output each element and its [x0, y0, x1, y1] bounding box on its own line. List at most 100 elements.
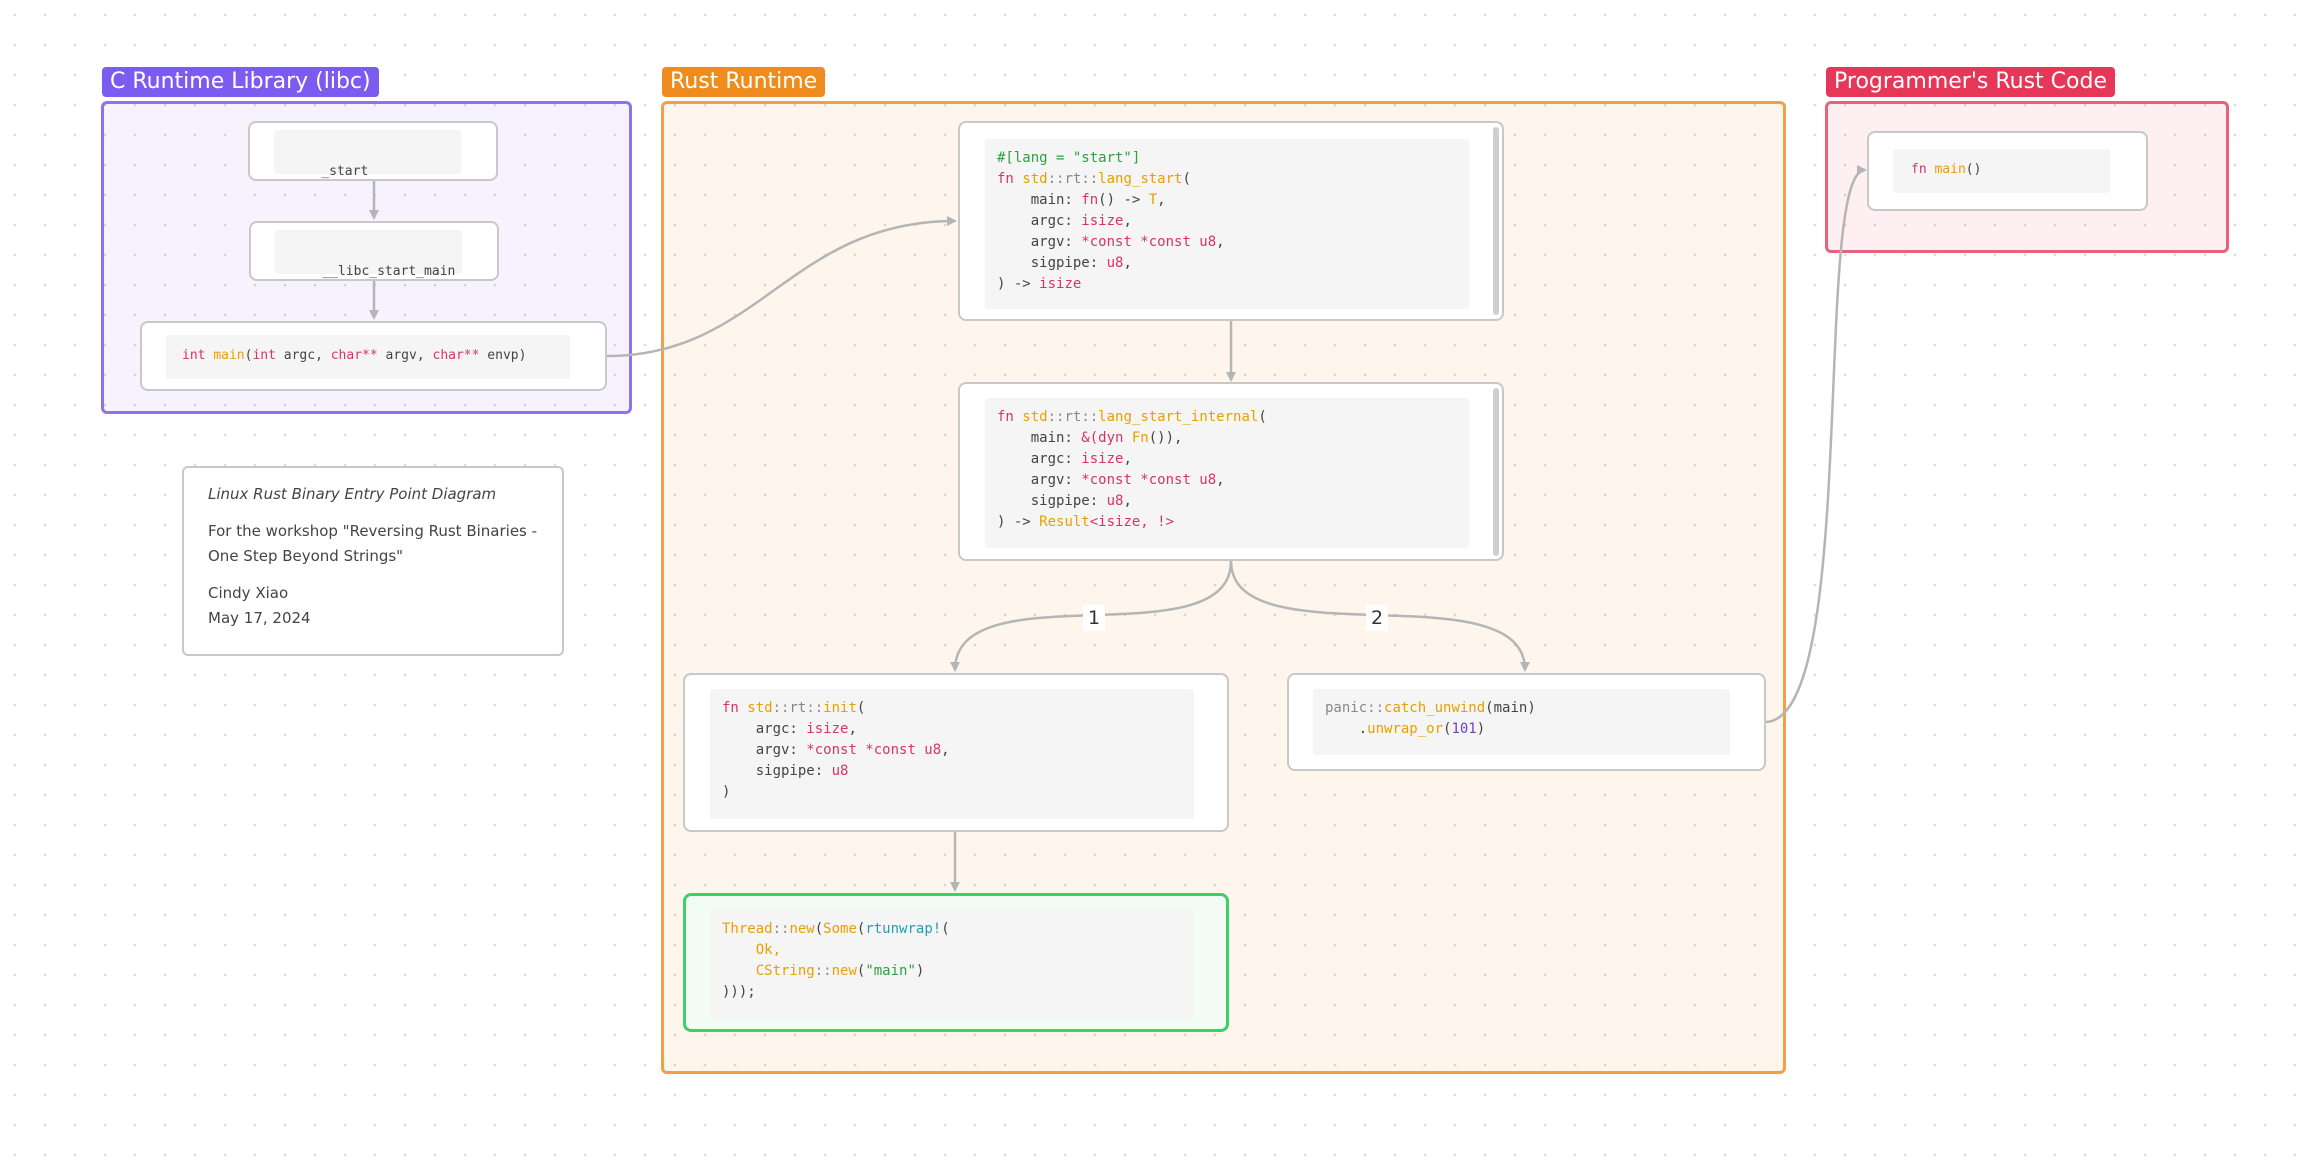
tok: init [823, 700, 857, 716]
tok: *const *const u8 [1081, 234, 1217, 250]
tok: ) [915, 963, 925, 979]
c-main-tok-char2: char** [432, 348, 480, 363]
note-date: May 17, 2024 [208, 609, 311, 627]
tok: ( [1258, 409, 1267, 425]
tok: , [1123, 451, 1132, 467]
tok: catch_unwind [1384, 700, 1486, 716]
tok: :: [772, 921, 790, 937]
node-libc-start-main[interactable]: __libc_start_main [249, 221, 499, 281]
tok: , [1123, 493, 1132, 509]
tok: ( [941, 921, 950, 937]
tok: ) [722, 784, 731, 800]
tok: ( [814, 921, 824, 937]
node-lang-start-internal[interactable]: fn std::rt::lang_start_internal( main: &… [958, 382, 1504, 561]
node-fn-main-code: fn main() [1893, 149, 2110, 193]
tok: :: [806, 700, 824, 716]
tok: lang_start_internal [1098, 409, 1259, 425]
node-lang-start[interactable]: #[lang = "start"] fn std::rt::lang_start… [958, 121, 1504, 321]
tok: , [1157, 192, 1166, 208]
tok: , [848, 721, 857, 737]
tok: argc: [997, 213, 1082, 229]
tok: *const *const u8 [1081, 472, 1217, 488]
tok: Some [823, 921, 857, 937]
tok: !> [1157, 514, 1175, 530]
tok: :: [1081, 409, 1099, 425]
c-main-tok-envp: envp) [479, 348, 527, 363]
tok: isize [806, 721, 849, 737]
tok: fn [1911, 162, 1935, 177]
tok: sigpipe: [997, 255, 1107, 271]
tok: rt [1064, 171, 1082, 187]
note-author: Cindy Xiao [208, 584, 289, 602]
c-main-tok-main: main [213, 348, 245, 363]
tok [722, 963, 756, 979]
tok: ( [856, 700, 866, 716]
tok: isize [1081, 451, 1124, 467]
node-start[interactable]: _start [248, 121, 498, 181]
tok: ) [1476, 721, 1486, 737]
node-fn-main[interactable]: fn main() [1867, 131, 2148, 211]
tok: argv: [722, 742, 807, 758]
tok: ))); [722, 984, 756, 1000]
tok: isize [1081, 213, 1124, 229]
c-main-tok-char1: char** [330, 348, 378, 363]
tok: , [1216, 472, 1225, 488]
tok: u8 [1106, 255, 1124, 271]
tok: new [831, 963, 857, 979]
tok: sigpipe: [722, 763, 832, 779]
lang-start-internal-scrollbar[interactable] [1493, 388, 1499, 556]
node-catch-unwind[interactable]: panic::catch_unwind(main) .unwrap_or(101… [1287, 673, 1766, 771]
tok: unwrap_or [1367, 721, 1444, 737]
tok: Fn [1131, 430, 1149, 446]
tok: , [1123, 255, 1132, 271]
tok: "main" [865, 963, 916, 979]
node-libc-start-main-code: __libc_start_main [275, 230, 462, 279]
edge-c-main-to-lang-start [606, 216, 957, 358]
tok: new [789, 921, 815, 937]
node-rt-init[interactable]: fn std::rt::init( argc: isize, argv: *co… [683, 673, 1229, 832]
tok: fn [1081, 192, 1099, 208]
tok: std [1022, 171, 1048, 187]
tok: u8 [1106, 493, 1124, 509]
tok: 101 [1451, 721, 1477, 737]
tok: argc: [722, 721, 807, 737]
tok: main [1934, 162, 1966, 177]
edge-label-2: 2 [1366, 605, 1389, 631]
tok: Result [1039, 514, 1090, 530]
tok: :: [1047, 409, 1065, 425]
tok: Thread [722, 921, 773, 937]
tok: argc: [997, 451, 1082, 467]
tok: rt [789, 700, 807, 716]
tok: , [941, 742, 950, 758]
tok: main: [997, 430, 1082, 446]
node-c-main-code: int main(int argc, char** argv, char** e… [166, 335, 570, 379]
c-main-tok-int2: int [252, 348, 276, 363]
tok: :: [1047, 171, 1065, 187]
note-card[interactable]: Linux Rust Binary Entry Point Diagram Fo… [182, 466, 564, 656]
tok: ) -> [997, 514, 1040, 530]
tok: sigpipe: [997, 493, 1107, 509]
node-thread-new[interactable]: Thread::new(Some(rtunwrap!( Ok, CString:… [683, 893, 1229, 1032]
tok: Ok, [722, 942, 782, 958]
tok: u8 [831, 763, 849, 779]
tok: panic [1325, 700, 1368, 716]
node-lang-start-internal-code: fn std::rt::lang_start_internal( main: &… [985, 398, 1469, 548]
tok: std [1022, 409, 1048, 425]
tok: fn [997, 171, 1023, 187]
tok: rtunwrap! [865, 921, 942, 937]
note-title: Linux Rust Binary Entry Point Diagram [208, 485, 497, 503]
tok: , [1216, 234, 1225, 250]
tok: fn [997, 409, 1023, 425]
tok: , [1123, 213, 1132, 229]
lang-start-scrollbar[interactable] [1493, 127, 1499, 315]
node-c-main[interactable]: int main(int argc, char** argv, char** e… [140, 321, 607, 391]
c-main-tok-argv: argv, [377, 348, 433, 363]
tok: (main) [1485, 700, 1536, 716]
tok: T [1148, 192, 1158, 208]
tok: ( [1182, 171, 1191, 187]
lang-start-attr: #[lang = "start"] [997, 150, 1141, 166]
edge-catch-unwind-to-fn-main [1764, 165, 1867, 724]
tok: *const *const u8 [806, 742, 942, 758]
tok: ) -> [997, 276, 1040, 292]
tok: lang_start [1098, 171, 1183, 187]
